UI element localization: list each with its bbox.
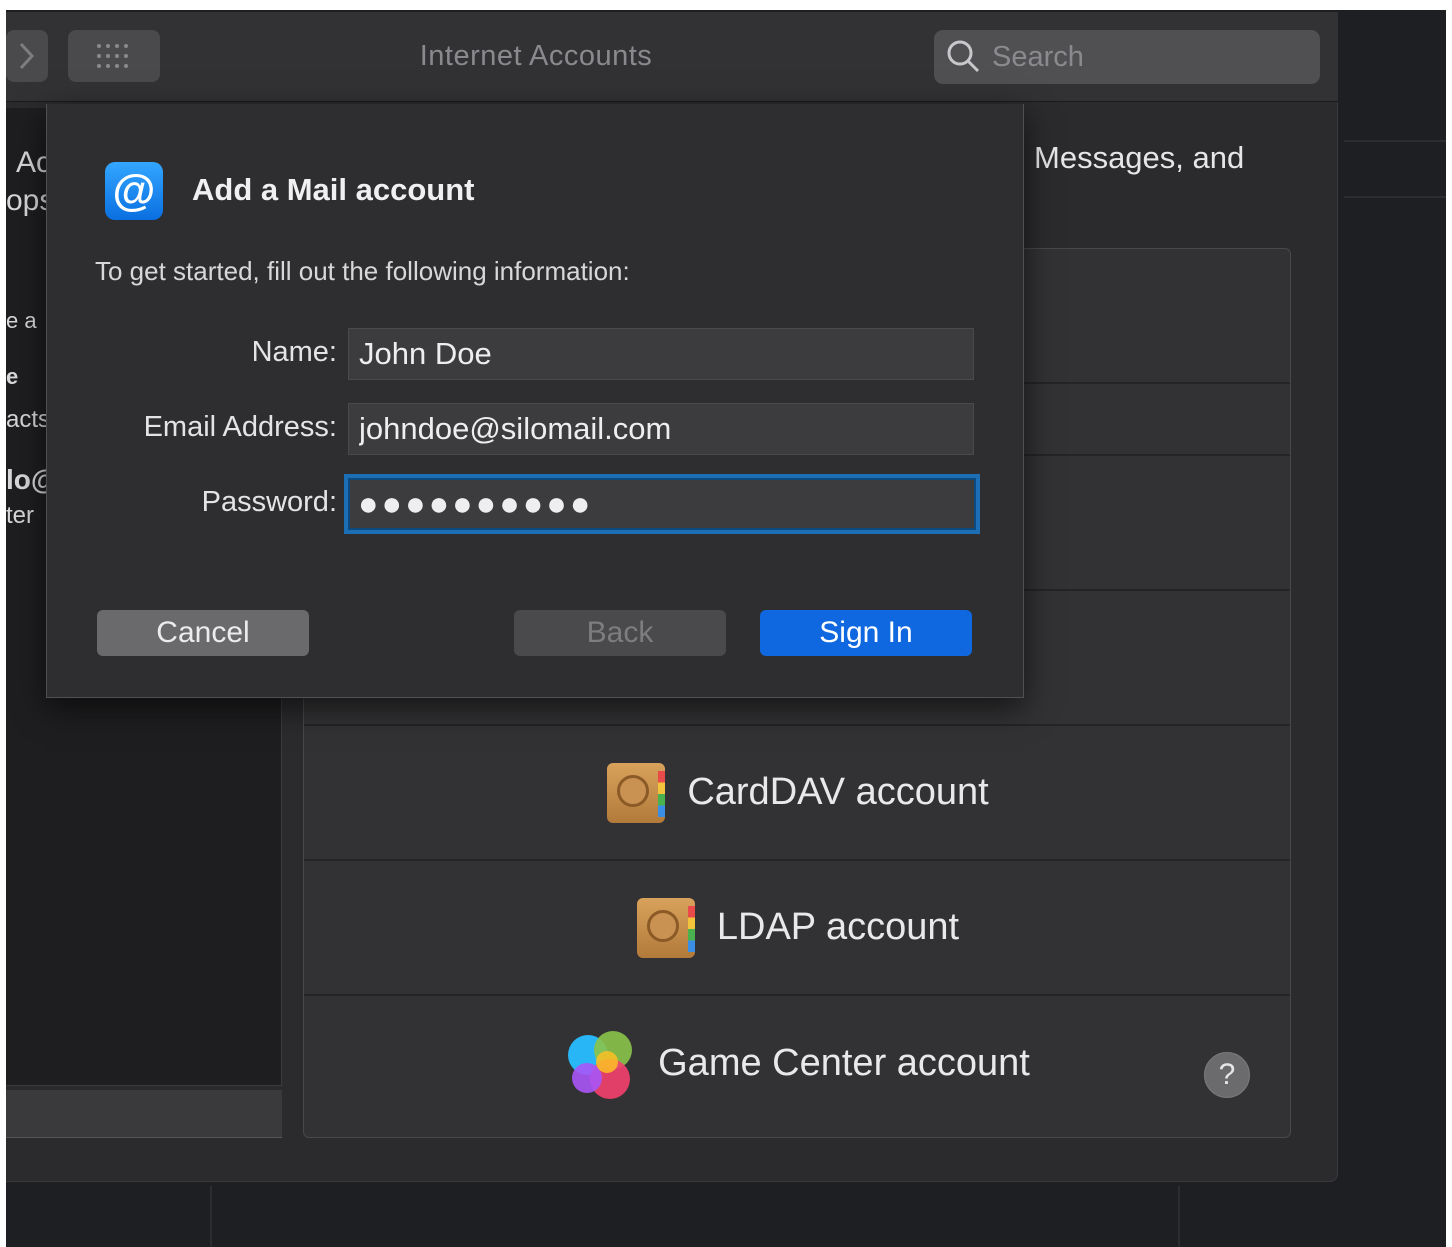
background-divider — [1178, 1186, 1180, 1247]
search-field[interactable] — [934, 30, 1320, 84]
sidebar-text-fragment: acts — [6, 406, 51, 433]
provider-label: Game Center account — [658, 1042, 1030, 1084]
sidebar-text-fragment: ter — [6, 502, 35, 529]
grid-icon — [97, 44, 128, 68]
sidebar-text-fragment: e — [6, 364, 19, 389]
sign-in-button[interactable]: Sign In — [760, 610, 972, 656]
search-icon — [947, 40, 980, 73]
sidebar-text-fragment: e a — [6, 308, 37, 333]
background-divider — [1344, 140, 1446, 142]
provider-row-game-center[interactable]: Game Center account — [304, 996, 1290, 1131]
internet-accounts-window: Internet Accounts Ac ops e a e acts lo@ … — [6, 12, 1338, 1182]
background-divider — [1344, 196, 1446, 198]
sheet-subtitle: To get started, fill out the following i… — [95, 256, 630, 286]
password-label: Password: — [201, 486, 337, 518]
forward-button[interactable] — [6, 30, 48, 82]
address-book-icon — [607, 762, 666, 823]
address-book-icon — [636, 897, 695, 958]
desktop-background: Internet Accounts Ac ops e a e acts lo@ … — [6, 10, 1446, 1247]
mail-at-icon: @ — [105, 162, 163, 220]
password-field[interactable] — [344, 474, 980, 534]
show-all-button[interactable] — [68, 30, 160, 82]
email-label: Email Address: — [143, 411, 337, 443]
provider-row-ldap[interactable]: LDAP account — [304, 861, 1290, 996]
name-field[interactable] — [348, 328, 974, 380]
sheet-title: Add a Mail account — [192, 172, 475, 207]
sidebar-footer — [6, 1090, 282, 1138]
add-mail-account-sheet: @ Add a Mail account To get started, fil… — [46, 104, 1024, 698]
window-toolbar: Internet Accounts — [6, 12, 1338, 102]
background-divider — [210, 1186, 212, 1247]
provider-label: LDAP account — [716, 906, 960, 948]
help-button[interactable]: ? — [1204, 1052, 1250, 1098]
back-button[interactable]: Back — [514, 610, 726, 656]
window-title: Internet Accounts — [419, 40, 653, 72]
description-text: Messages, and — [1034, 140, 1245, 175]
name-label: Name: — [251, 336, 337, 368]
provider-label: CardDAV account — [687, 771, 989, 813]
provider-row-carddav[interactable]: CardDAV account — [304, 726, 1290, 861]
cancel-button[interactable]: Cancel — [97, 610, 309, 656]
email-field[interactable] — [348, 403, 974, 455]
chevron-right-icon — [19, 42, 35, 70]
game-center-icon — [566, 1029, 636, 1099]
search-input[interactable] — [992, 40, 1312, 74]
